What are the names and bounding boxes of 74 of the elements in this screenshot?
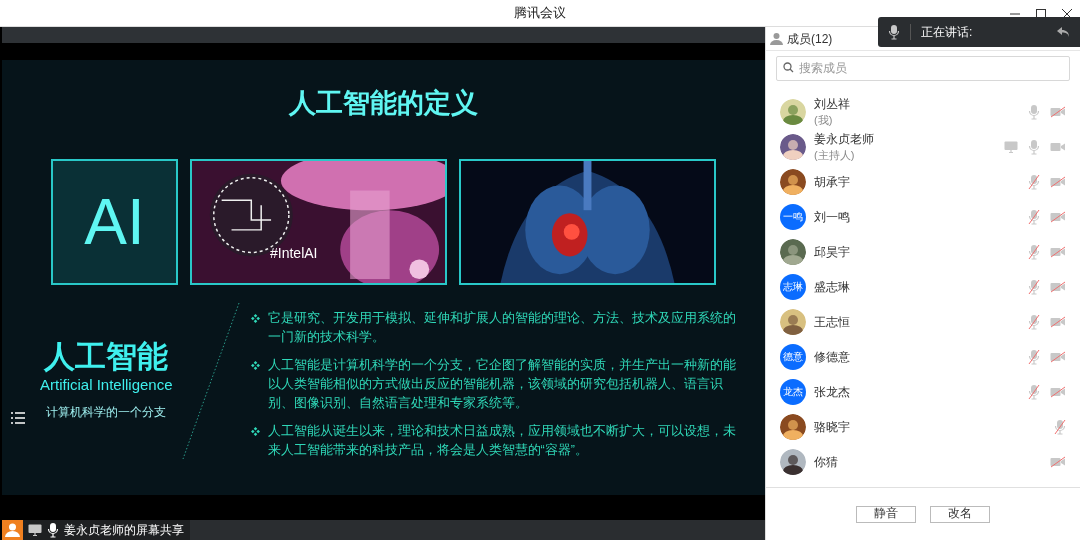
search-field[interactable]: 搜索成员 (776, 55, 1070, 81)
members-title: 成员(12) (787, 30, 833, 48)
person-icon[interactable] (2, 520, 23, 540)
reply-icon[interactable] (1056, 26, 1070, 38)
bullet-text: 人工智能从诞生以来，理论和技术日益成熟，应用领域也不断扩大，可以设想，未来人工智能带来的科技产品，将会是人类智慧的“容器”。 (267, 423, 737, 459)
camera-off-icon[interactable] (1050, 351, 1066, 363)
ai-box: AI (51, 159, 178, 285)
member-name: 修德意 (814, 350, 851, 365)
camera-off-icon[interactable] (1050, 246, 1066, 258)
mic-icon[interactable] (888, 24, 900, 40)
camera-off-icon[interactable] (1050, 106, 1066, 118)
camera-off-icon[interactable] (1050, 456, 1066, 468)
person-icon (770, 32, 783, 45)
slide-heading-english: Artificial Intelligence (39, 375, 173, 395)
camera-off-icon[interactable] (1050, 281, 1066, 293)
muted-mic-icon[interactable] (1028, 244, 1040, 260)
member-role: (主持人) (814, 148, 856, 163)
speaking-label: 正在讲话: (921, 24, 974, 41)
member-role: (我) (814, 113, 834, 128)
rename-button[interactable]: 改名 (930, 505, 990, 523)
share-label: 姜永贞老师的屏幕共享 (64, 522, 184, 539)
member-name: 张龙杰 (814, 385, 851, 400)
search-icon (783, 62, 794, 73)
avatar: 德意 (780, 344, 806, 370)
member-row[interactable]: 刘丛祥 (我) (766, 94, 1080, 130)
slide-subheading: 计算机科学的一个分支 (46, 403, 167, 421)
member-row[interactable]: 王志恒 (766, 304, 1080, 340)
member-row[interactable]: 志琳 盛志琳 (766, 269, 1080, 305)
member-row[interactable]: 德意 修德意 (766, 339, 1080, 375)
member-name: 刘丛祥 (814, 97, 851, 112)
avatar: 龙杰 (780, 379, 806, 405)
member-row[interactable]: 姜永贞老师 (主持人) (766, 129, 1080, 165)
member-name: 盛志琳 (814, 280, 851, 295)
member-name: 王志恒 (814, 315, 851, 330)
bullet-icon (250, 427, 260, 436)
avatar: 志琳 (780, 274, 806, 300)
member-row[interactable]: 一鸣 刘一鸣 (766, 199, 1080, 235)
camera-off-icon[interactable] (1050, 211, 1066, 223)
image-caption: #IntelAI (270, 244, 318, 263)
muted-mic-icon[interactable] (1028, 279, 1040, 295)
muted-mic-icon[interactable] (1028, 384, 1040, 400)
mute-button[interactable]: 静音 (856, 505, 916, 523)
mic-icon[interactable] (47, 522, 59, 538)
member-row[interactable]: 骆晓宇 (766, 409, 1080, 445)
muted-mic-icon[interactable] (1028, 209, 1040, 225)
camera-off-icon[interactable] (1050, 176, 1066, 188)
window-title: 腾讯会议 (514, 4, 566, 23)
camera-off-icon[interactable] (1050, 316, 1066, 328)
member-name: 姜永贞老师 (814, 131, 875, 147)
bullet-icon (250, 361, 260, 370)
list-icon[interactable] (11, 412, 25, 424)
muted-mic-icon[interactable] (1028, 174, 1040, 190)
member-row[interactable]: 胡承宇 (766, 164, 1080, 200)
member-row[interactable]: 你猜 (766, 444, 1080, 480)
member-name: 胡承宇 (814, 175, 851, 190)
muted-mic-icon[interactable] (1054, 419, 1066, 435)
slide-heading: 人工智能 (44, 341, 169, 372)
close-icon[interactable] (1062, 8, 1072, 19)
bullet-text: 它是研究、开发用于模拟、延伸和扩展人的智能的理论、方法、技术及应用系统的一门新的技术科学。 (267, 310, 737, 346)
muted-mic-icon[interactable] (1028, 314, 1040, 330)
screen-share-icon (28, 524, 42, 536)
camera-icon[interactable] (1050, 141, 1066, 153)
muted-mic-icon[interactable] (1028, 349, 1040, 365)
member-name: 骆晓宇 (814, 420, 851, 435)
bullet-icon (250, 314, 260, 323)
member-name: 刘一鸣 (814, 210, 851, 225)
bullet-text: 人工智能是计算机科学的一个分支，它企图了解智能的实质，并生产出一种新的能以人类智能相似的方式做出反应的智能机器，该领域的研究包括机器人、语言识别、图像识别、自然语言处理和专家系统等。 (267, 357, 737, 412)
camera-off-icon[interactable] (1050, 386, 1066, 398)
slide-title: 人工智能的定义 (289, 90, 478, 117)
member-row[interactable]: 邱昊宇 (766, 234, 1080, 270)
member-name: 邱昊宇 (814, 245, 851, 260)
member-row[interactable]: 龙杰 张龙杰 (766, 374, 1080, 410)
avatar: 一鸣 (780, 204, 806, 230)
member-name: 你猜 (814, 455, 839, 470)
